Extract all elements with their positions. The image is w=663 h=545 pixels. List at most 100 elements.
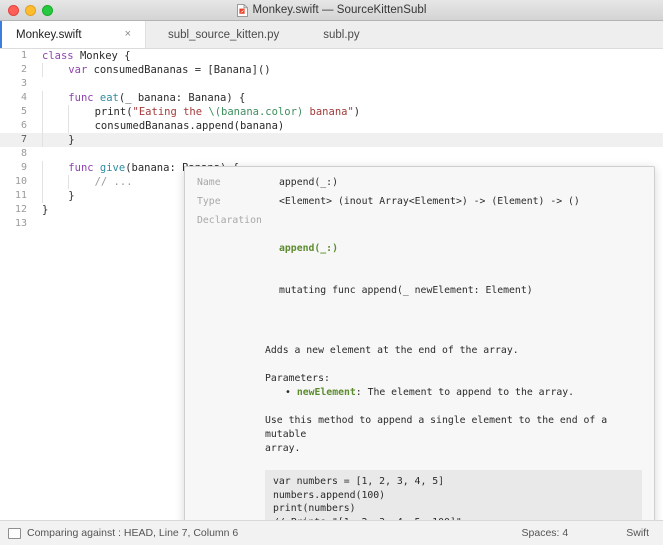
code-line[interactable]: 6 consumedBananas.append(banana)	[0, 119, 663, 133]
code-line[interactable]: 2 var consumedBananas = [Banana]()	[0, 63, 663, 77]
status-bar: Comparing against : HEAD, Line 7, Column…	[0, 520, 663, 545]
line-number: 3	[20, 78, 27, 89]
close-icon[interactable]: ×	[125, 29, 131, 40]
popup-body: Adds a new element at the end of the arr…	[185, 337, 654, 520]
indent-guide	[42, 175, 68, 189]
summary-paragraph: Adds a new element at the end of the arr…	[265, 345, 519, 356]
line-number: 6	[20, 120, 27, 131]
declaration-name: append(_:)	[279, 243, 338, 254]
tab-bar: Monkey.swift × subl_source_kitten.py sub…	[0, 21, 663, 49]
line-number: 10	[14, 176, 27, 187]
indent-guide	[42, 189, 68, 203]
meta-value: append(_:) mutating func append(_ newEle…	[279, 214, 642, 326]
line-number: 2	[20, 64, 27, 75]
meta-row-type: Type <Element> (inout Array<Element>) ->…	[197, 195, 642, 209]
code-token: consumedBananas.append(banana)	[94, 120, 285, 132]
meta-key: Name	[197, 177, 221, 188]
code-token: \(banana.color)	[208, 106, 304, 118]
indent-guide	[42, 161, 68, 175]
tab-label: Monkey.swift	[16, 28, 82, 41]
meta-key: Type	[197, 196, 221, 207]
indent-guide	[42, 119, 68, 133]
popup-header: Name append(_:) Type <Element> (inout Ar…	[185, 167, 654, 337]
bullet-symbol: •	[285, 387, 291, 398]
code-line[interactable]: 5 print("Eating the \(banana.color) bana…	[0, 105, 663, 119]
code-line-text: }	[34, 133, 663, 147]
title-bar: Monkey.swift — SourceKittenSubl	[0, 0, 663, 21]
syntax-mode[interactable]: Swift	[626, 527, 649, 539]
code-line-text: consumedBananas.append(banana)	[34, 119, 663, 133]
indent-guide	[68, 119, 94, 133]
tab-label: subl.py	[323, 28, 360, 41]
usage-paragraph: Use this method to append a single eleme…	[265, 415, 608, 454]
window-icon	[8, 527, 21, 539]
code-example-block: var numbers = [1, 2, 3, 4, 5] numbers.ap…	[265, 470, 642, 520]
code-line-text: var consumedBananas = [Banana]()	[34, 63, 663, 77]
code-token: func	[68, 162, 100, 174]
code-token: }	[42, 204, 49, 216]
line-number: 12	[14, 204, 27, 215]
code-token: class	[42, 50, 80, 62]
meta-row-declaration: Declaration append(_:) mutating func app…	[197, 214, 642, 326]
code-token: "Eating the	[132, 106, 209, 118]
tab-label: subl_source_kitten.py	[168, 28, 280, 41]
code-token: print	[94, 106, 127, 118]
application-window: Monkey.swift — SourceKittenSubl Monkey.s…	[0, 0, 663, 545]
tab-monkey-swift[interactable]: Monkey.swift ×	[0, 21, 146, 48]
line-number: 8	[20, 148, 27, 159]
window-title: Monkey.swift — SourceKittenSubl	[252, 4, 427, 16]
code-line-text: print("Eating the \(banana.color) banana…	[34, 105, 663, 119]
parameters-heading: Parameters:	[265, 373, 330, 384]
code-token: (_ banana: Banana) {	[118, 92, 246, 104]
declaration-signature: mutating func append(_ newElement: Eleme…	[279, 285, 533, 296]
parameter-item: • newElement: The element to append to t…	[265, 386, 642, 400]
code-token: Monkey {	[79, 50, 131, 62]
code-line[interactable]: 8	[0, 147, 663, 161]
code-token: var	[68, 64, 94, 76]
code-token: // ...	[94, 176, 133, 188]
minimize-window-button[interactable]	[25, 4, 36, 16]
code-line[interactable]: 3	[0, 77, 663, 91]
indent-guide	[42, 91, 68, 105]
code-token: }	[68, 190, 75, 202]
status-message: Comparing against : HEAD, Line 7, Column…	[27, 527, 239, 539]
tab-subl-py[interactable]: subl.py	[301, 21, 381, 48]
line-number: 13	[14, 218, 27, 229]
status-right-group: Spaces: 4 Swift	[522, 527, 649, 539]
line-number: 1	[20, 50, 27, 61]
code-line-text: func eat(_ banana: Banana) {	[34, 91, 663, 105]
line-number: 9	[20, 162, 27, 173]
indent-guide	[68, 175, 94, 189]
indentation-setting[interactable]: Spaces: 4	[522, 527, 569, 539]
code-token: eat	[99, 92, 119, 104]
meta-key: Declaration	[197, 215, 262, 226]
title-bar-center: Monkey.swift — SourceKittenSubl	[0, 0, 663, 20]
tab-subl-source-kitten-py[interactable]: subl_source_kitten.py	[146, 21, 301, 48]
code-token: give	[99, 162, 126, 174]
indent-guide	[42, 133, 68, 147]
indent-guide	[68, 105, 94, 119]
window-controls	[0, 4, 53, 16]
code-token: )	[353, 106, 361, 118]
indent-guide	[42, 63, 68, 77]
code-token: }	[68, 134, 75, 146]
meta-row-name: Name append(_:)	[197, 176, 642, 190]
code-line[interactable]: 1 class Monkey {	[0, 49, 663, 63]
code-line[interactable]: 4 func eat(_ banana: Banana) {	[0, 91, 663, 105]
swift-file-icon	[236, 3, 248, 17]
meta-value: <Element> (inout Array<Element>) -> (Ele…	[279, 196, 580, 207]
line-number: 11	[14, 190, 27, 201]
code-token: consumedBananas = [Banana]()	[93, 64, 271, 76]
close-window-button[interactable]	[8, 4, 19, 16]
editor-area[interactable]: 1 class Monkey {2 var consumedBananas = […	[0, 49, 663, 520]
line-number: 5	[20, 106, 27, 117]
code-token: banana"	[303, 106, 354, 118]
code-line[interactable]: 7 }	[0, 133, 663, 147]
meta-value: append(_:)	[279, 177, 338, 188]
zoom-window-button[interactable]	[42, 4, 53, 16]
code-token: func	[68, 92, 100, 104]
parameter-name: newElement	[296, 387, 356, 398]
parameter-description: : The element to append to the array.	[355, 387, 575, 398]
indent-guide	[42, 105, 68, 119]
documentation-popup[interactable]: Name append(_:) Type <Element> (inout Ar…	[184, 166, 655, 520]
